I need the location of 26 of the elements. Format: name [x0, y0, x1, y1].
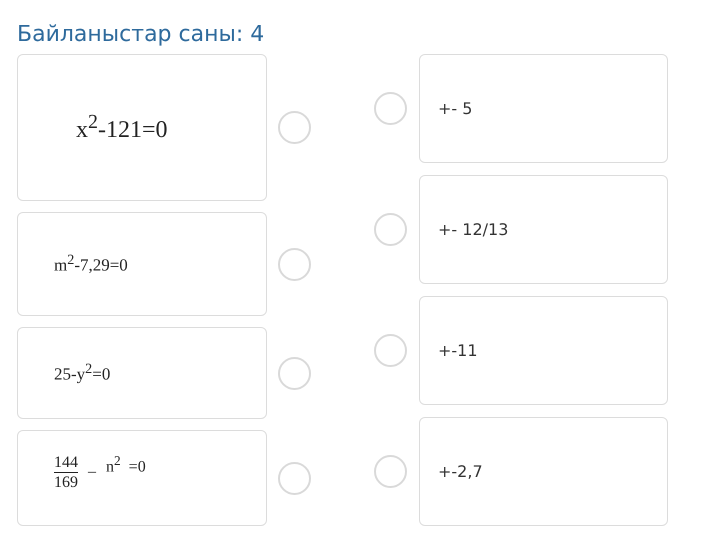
question-title: Байланыстар саны: 4	[17, 21, 266, 49]
radio-button[interactable]	[278, 248, 311, 280]
answer-text: +- 12/13	[438, 220, 508, 239]
formula-text: x$^{2}$-121=0	[76, 111, 168, 144]
answer-card[interactable]: +-2,7	[419, 417, 668, 526]
answer-text: +- 5	[438, 99, 472, 118]
answer-card[interactable]: +- 5	[419, 54, 668, 163]
answer-text: +-11	[438, 341, 478, 360]
radio-button[interactable]	[374, 455, 407, 488]
answer-text: +-2,7	[438, 462, 483, 481]
radio-button[interactable]	[374, 213, 407, 246]
answer-card[interactable]: +-11	[419, 296, 668, 405]
formula-card[interactable]: x$^{2}$-121=0	[17, 54, 267, 201]
formula-text: 25-y$^{2}$=0	[54, 361, 110, 385]
answer-card[interactable]: +- 12/13	[419, 175, 668, 284]
radio-button[interactable]	[278, 462, 311, 494]
radio-button[interactable]	[374, 334, 407, 367]
formula-text: n$^{2}$ =0	[106, 452, 146, 476]
minus-sign: –	[88, 462, 96, 480]
formula-card[interactable]: m$^{2}$-7,29=0	[17, 212, 267, 316]
radio-button[interactable]	[278, 356, 311, 390]
formula-card[interactable]: 25-y$^{2}$=0	[17, 327, 267, 419]
radio-button[interactable]	[374, 92, 407, 125]
radio-button[interactable]	[278, 111, 311, 144]
fraction: 144 169	[54, 452, 78, 492]
formula-text: m$^{2}$-7,29=0	[54, 252, 128, 276]
